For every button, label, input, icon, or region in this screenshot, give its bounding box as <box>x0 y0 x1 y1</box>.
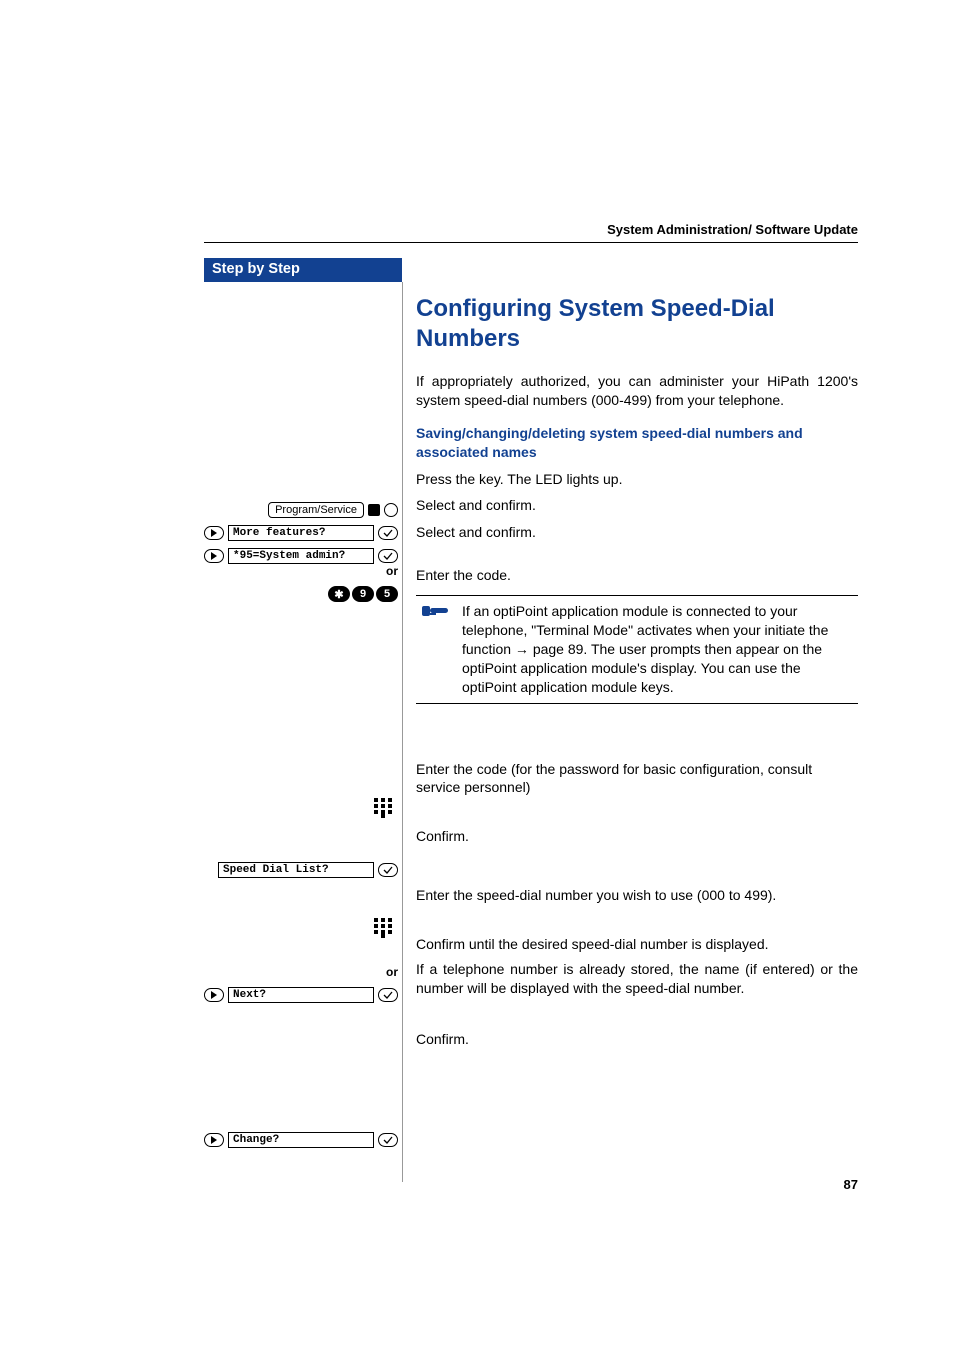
arrow-right-icon <box>204 526 224 540</box>
change-option: Change? <box>204 1132 402 1148</box>
star-key-icon: ✱ <box>328 586 350 602</box>
pointing-hand-icon <box>422 602 450 696</box>
program-service-label: Program/Service <box>268 502 364 518</box>
arrow-right-icon <box>204 549 224 563</box>
section-heading: Configuring System Speed-Dial Numbers <box>416 294 858 354</box>
speed-dial-list-label: Speed Dial List? <box>218 862 374 878</box>
arrow-right-icon <box>204 1133 224 1147</box>
note-text: If an optiPoint application module is co… <box>462 602 852 696</box>
sidebar-divider <box>402 282 403 1182</box>
step-enter-password: Enter the code (for the password for bas… <box>416 760 858 798</box>
step-select-confirm-2: Select and confirm. <box>416 523 858 542</box>
note-box: If an optiPoint application module is co… <box>416 595 858 703</box>
speed-dial-list-option: Speed Dial List? <box>204 862 402 878</box>
or-label: or <box>204 965 402 979</box>
check-icon <box>378 863 398 877</box>
header-rule <box>204 242 858 243</box>
or-label: or <box>204 564 402 578</box>
five-key-icon: 5 <box>376 586 398 602</box>
step-confirm-2: Confirm. <box>416 1030 858 1049</box>
intro-paragraph: If appropriately authorized, you can adm… <box>416 372 858 410</box>
page-number: 87 <box>844 1177 858 1192</box>
check-icon <box>378 526 398 540</box>
next-option: Next? <box>204 987 402 1003</box>
running-header: System Administration/ Software Update <box>607 222 858 237</box>
step-confirm-1: Confirm. <box>416 827 858 846</box>
step-already-stored: If a telephone number is already stored,… <box>416 960 858 998</box>
step-press-key: Press the key. The LED lights up. <box>416 470 858 489</box>
change-label: Change? <box>228 1132 374 1148</box>
system-admin-label: *95=System admin? <box>228 548 374 564</box>
step-select-confirm-1: Select and confirm. <box>416 496 858 515</box>
keypad-icon <box>204 918 402 938</box>
step-enter-code: Enter the code. <box>416 566 858 585</box>
check-icon <box>378 549 398 563</box>
key-square-icon <box>368 504 380 516</box>
subsection-heading: Saving/changing/deleting system speed-di… <box>416 424 858 462</box>
step-confirm-until: Confirm until the desired speed-dial num… <box>416 935 858 954</box>
more-features-option: More features? <box>204 525 402 541</box>
next-label: Next? <box>228 987 374 1003</box>
check-icon <box>378 1133 398 1147</box>
keypad-icon <box>204 798 402 818</box>
program-service-key: Program/Service <box>204 502 402 518</box>
step-by-step-banner: Step by Step <box>204 258 402 282</box>
system-admin-option: *95=System admin? <box>204 548 402 564</box>
arrow-right-icon <box>204 988 224 1002</box>
code-keys: ✱ 9 5 <box>204 586 402 602</box>
step-enter-speed-dial: Enter the speed-dial number you wish to … <box>416 886 858 905</box>
led-circle-icon <box>384 503 398 517</box>
nine-key-icon: 9 <box>352 586 374 602</box>
more-features-label: More features? <box>228 525 374 541</box>
check-icon <box>378 988 398 1002</box>
